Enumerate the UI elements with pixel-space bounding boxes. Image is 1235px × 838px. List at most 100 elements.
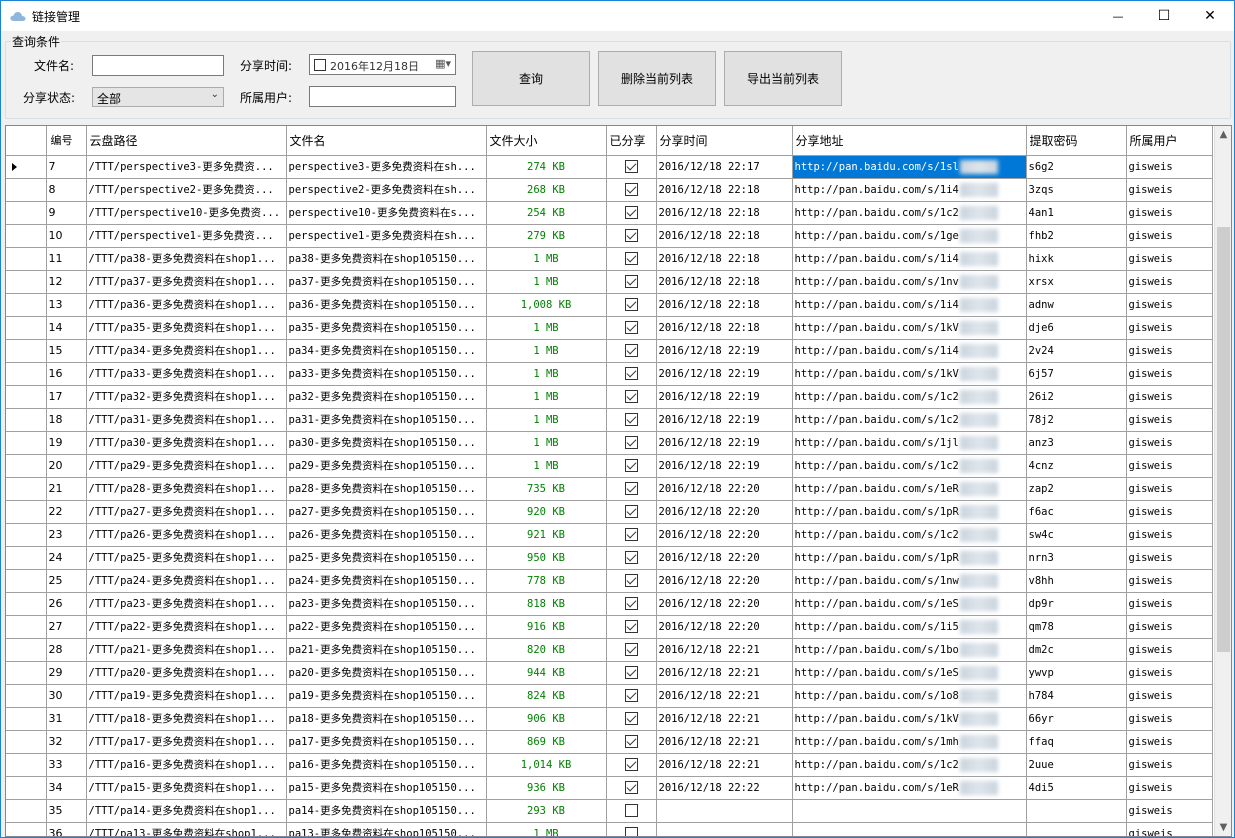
shared-checkbox[interactable] <box>624 827 638 836</box>
cell-share-time[interactable]: 2016/12/18 22:21 <box>656 753 793 777</box>
cell-filename[interactable]: pa22-更多免费资料在shop105150... <box>286 615 487 639</box>
cell-filename[interactable]: pa14-更多免费资料在shop105150... <box>286 799 487 823</box>
col-header-size[interactable]: 文件大小 <box>486 126 607 156</box>
cell-size[interactable]: 268 KB <box>486 178 607 202</box>
col-header-path[interactable]: 云盘路径 <box>86 126 287 156</box>
cell-share-time[interactable]: 2016/12/18 22:20 <box>656 615 793 639</box>
cell-share-url[interactable] <box>792 822 1027 836</box>
cell-owner[interactable]: gisweis <box>1126 201 1213 225</box>
cell-size[interactable]: 1 MB <box>486 822 607 836</box>
cell-filename[interactable]: pa15-更多免费资料在shop105150... <box>286 776 487 800</box>
cell-password[interactable]: 6j57 <box>1026 362 1127 386</box>
cell-filename[interactable]: pa16-更多免费资料在shop105150... <box>286 753 487 777</box>
cell-id[interactable]: 24 <box>46 546 87 570</box>
cell-id[interactable]: 17 <box>46 385 87 409</box>
cell-shared[interactable] <box>606 431 657 455</box>
cell-shared[interactable] <box>606 500 657 524</box>
row-header[interactable] <box>6 546 47 570</box>
cell-path[interactable]: /TTT/pa32-更多免费资料在shop1... <box>86 385 287 409</box>
table-row[interactable]: 11/TTT/pa38-更多免费资料在shop1... pa38-更多免费资料在s… <box>6 247 1213 271</box>
cell-share-time[interactable]: 2016/12/18 22:18 <box>656 178 793 202</box>
cell-shared[interactable] <box>606 615 657 639</box>
table-row[interactable]: 21/TTT/pa28-更多免费资料在shop1... pa28-更多免费资料在s… <box>6 477 1213 501</box>
share-status-select[interactable]: 全部 ⌄ <box>92 87 224 107</box>
cell-share-time[interactable] <box>656 822 793 836</box>
cell-id[interactable]: 8 <box>46 178 87 202</box>
cell-owner[interactable]: gisweis <box>1126 270 1213 294</box>
shared-checkbox[interactable] <box>624 781 638 795</box>
cell-size[interactable]: 944 KB <box>486 661 607 685</box>
cell-path[interactable]: /TTT/pa25-更多免费资料在shop1... <box>86 546 287 570</box>
cell-id[interactable]: 25 <box>46 569 87 593</box>
cell-share-time[interactable]: 2016/12/18 22:19 <box>656 385 793 409</box>
row-header[interactable] <box>6 408 47 432</box>
cell-shared[interactable] <box>606 592 657 616</box>
cell-owner[interactable]: gisweis <box>1126 224 1213 248</box>
shared-checkbox[interactable] <box>624 344 638 358</box>
cell-share-url[interactable]: http://pan.baidu.com/s/1sl <box>792 155 1027 179</box>
cell-filename[interactable]: pa20-更多免费资料在shop105150... <box>286 661 487 685</box>
row-header[interactable] <box>6 247 47 271</box>
cell-filename[interactable]: pa25-更多免费资料在shop105150... <box>286 546 487 570</box>
cell-share-url[interactable]: http://pan.baidu.com/s/1eR <box>792 477 1027 501</box>
cell-share-time[interactable]: 2016/12/18 22:18 <box>656 293 793 317</box>
cell-shared[interactable] <box>606 799 657 823</box>
cell-id[interactable]: 21 <box>46 477 87 501</box>
cell-size[interactable]: 1 MB <box>486 454 607 478</box>
cell-shared[interactable] <box>606 155 657 179</box>
cell-share-url[interactable]: http://pan.baidu.com/s/1mh <box>792 730 1027 754</box>
cell-path[interactable]: /TTT/pa16-更多免费资料在shop1... <box>86 753 287 777</box>
cell-shared[interactable] <box>606 247 657 271</box>
cell-shared[interactable] <box>606 753 657 777</box>
cell-share-time[interactable]: 2016/12/18 22:20 <box>656 546 793 570</box>
cell-shared[interactable] <box>606 362 657 386</box>
table-row[interactable]: 36/TTT/pa13-更多免费资料在shop1... pa13-更多免费资料在s… <box>6 822 1213 836</box>
row-header[interactable] <box>6 638 47 662</box>
cell-path[interactable]: /TTT/pa26-更多免费资料在shop1... <box>86 523 287 547</box>
table-row[interactable]: 17/TTT/pa32-更多免费资料在shop1... pa32-更多免费资料在s… <box>6 385 1213 409</box>
cell-filename[interactable]: pa30-更多免费资料在shop105150... <box>286 431 487 455</box>
cell-size[interactable]: 921 KB <box>486 523 607 547</box>
shared-checkbox[interactable] <box>624 597 638 611</box>
close-button[interactable]: ✕ <box>1187 1 1233 31</box>
cell-filename[interactable]: pa24-更多免费资料在shop105150... <box>286 569 487 593</box>
cell-size[interactable]: 254 KB <box>486 201 607 225</box>
cell-shared[interactable] <box>606 822 657 836</box>
cell-id[interactable]: 23 <box>46 523 87 547</box>
cell-filename[interactable]: pa26-更多免费资料在shop105150... <box>286 523 487 547</box>
cell-shared[interactable] <box>606 569 657 593</box>
cell-filename[interactable]: perspective10-更多免费资料在s... <box>286 201 487 225</box>
table-row[interactable]: 10/TTT/perspective1-更多免费资... perspective1… <box>6 224 1213 248</box>
cell-password[interactable]: 66yr <box>1026 707 1127 731</box>
cell-owner[interactable]: gisweis <box>1126 293 1213 317</box>
col-header-password[interactable]: 提取密码 <box>1026 126 1127 156</box>
cell-share-url[interactable]: http://pan.baidu.com/s/1bo <box>792 638 1027 662</box>
cell-shared[interactable] <box>606 339 657 363</box>
cell-shared[interactable] <box>606 408 657 432</box>
cell-filename[interactable]: pa19-更多免费资料在shop105150... <box>286 684 487 708</box>
cell-id[interactable]: 19 <box>46 431 87 455</box>
cell-size[interactable]: 293 KB <box>486 799 607 823</box>
cell-owner[interactable]: gisweis <box>1126 316 1213 340</box>
shared-checkbox[interactable] <box>624 321 638 335</box>
cell-share-time[interactable]: 2016/12/18 22:19 <box>656 408 793 432</box>
cell-password[interactable] <box>1026 822 1127 836</box>
cell-share-url[interactable]: http://pan.baidu.com/s/1i4 <box>792 178 1027 202</box>
cell-share-url[interactable]: http://pan.baidu.com/s/1pR <box>792 546 1027 570</box>
table-row[interactable]: 34/TTT/pa15-更多免费资料在shop1... pa15-更多免费资料在s… <box>6 776 1213 800</box>
shared-checkbox[interactable] <box>624 459 638 473</box>
cell-size[interactable]: 818 KB <box>486 592 607 616</box>
row-header[interactable] <box>6 799 47 823</box>
cell-shared[interactable] <box>606 523 657 547</box>
cell-owner[interactable]: gisweis <box>1126 362 1213 386</box>
cell-password[interactable]: hixk <box>1026 247 1127 271</box>
table-row[interactable]: 30/TTT/pa19-更多免费资料在shop1... pa19-更多免费资料在s… <box>6 684 1213 708</box>
cell-password[interactable]: dp9r <box>1026 592 1127 616</box>
row-header[interactable] <box>6 339 47 363</box>
row-header[interactable] <box>6 362 47 386</box>
cell-password[interactable]: ffaq <box>1026 730 1127 754</box>
cell-size[interactable]: 1 MB <box>486 431 607 455</box>
cell-path[interactable]: /TTT/pa17-更多免费资料在shop1... <box>86 730 287 754</box>
cell-owner[interactable]: gisweis <box>1126 661 1213 685</box>
cell-owner[interactable]: gisweis <box>1126 523 1213 547</box>
